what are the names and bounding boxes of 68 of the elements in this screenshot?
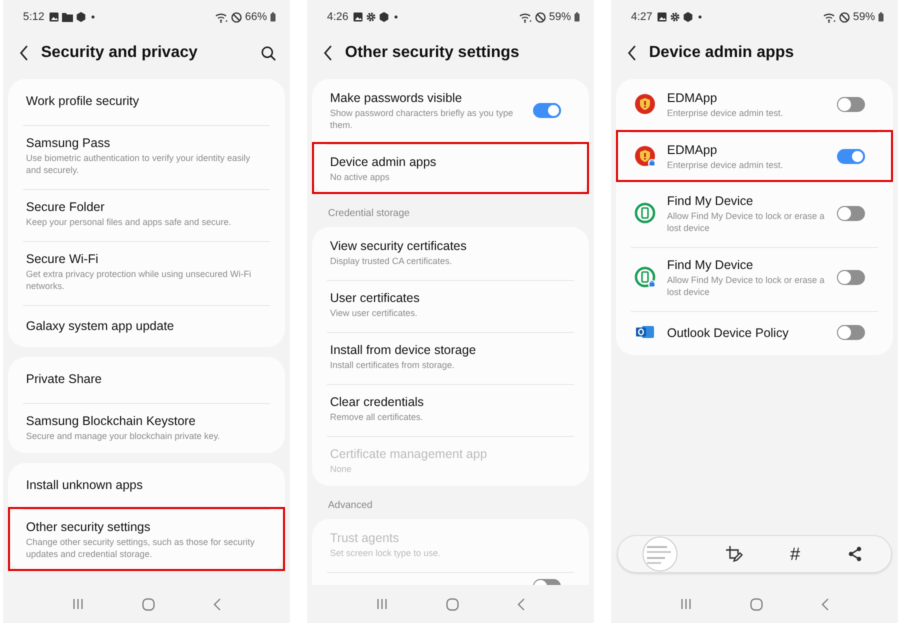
image-icon: [353, 12, 364, 22]
settings-item[interactable]: Private Share: [23, 359, 270, 399]
home-icon[interactable]: [446, 598, 459, 610]
back-icon[interactable]: [627, 45, 637, 61]
hexagon-icon: [379, 12, 390, 22]
recent-apps-icon[interactable]: [72, 598, 84, 610]
folder-icon: [62, 12, 74, 22]
settings-item[interactable]: Samsung Pass Use biometric authentication to verify your identity easily and securely.: [23, 125, 270, 185]
home-icon[interactable]: [750, 598, 763, 610]
back-icon[interactable]: [19, 45, 29, 61]
do-not-disturb-icon: [534, 12, 546, 22]
image-icon: [657, 12, 668, 22]
page-title: Other security settings: [345, 43, 520, 63]
settings-item[interactable]: Secure Wi-Fi Get extra privacy protection while using unsecured Wi-Fi networks.: [23, 241, 270, 301]
battery-level: 59%: [548, 10, 571, 25]
toggle-switch[interactable]: [533, 103, 561, 118]
settings-item[interactable]: Samsung Blockchain Keystore Secure and manage your blockchain private key.: [23, 403, 270, 451]
settings-item[interactable]: Galaxy system app update: [23, 305, 270, 345]
settings-item[interactable]: Work profile security: [23, 81, 270, 121]
settings-item[interactable]: Install from device storage Install certificates from storage.: [327, 332, 574, 380]
battery-level: 66%: [244, 10, 267, 25]
wifi-icon: [518, 12, 532, 22]
back-icon[interactable]: [323, 45, 333, 61]
toggle-switch[interactable]: [837, 206, 865, 221]
section-header: Credential storage: [327, 207, 411, 221]
settings-item[interactable]: Find My Device Allow Find My Device to lock or erase a lost device: [631, 247, 878, 307]
battery-level: 59%: [852, 10, 875, 25]
settings-item[interactable]: Other security settings Change other security settings, such as those for security updates and credential storage.: [23, 509, 270, 569]
hexagon-icon: [683, 12, 694, 22]
settings-item[interactable]: View security certificates Display trusted CA certificates.: [327, 229, 574, 276]
hexagon-icon: [76, 12, 86, 22]
settings-item[interactable]: Device admin apps No active apps: [327, 144, 574, 192]
status-time: 4:27: [631, 10, 652, 25]
settings-item[interactable]: EDMApp Enterprise device admin test.: [631, 132, 878, 180]
wifi-icon: [822, 12, 836, 22]
section-header: Advanced: [327, 499, 374, 513]
gear-icon: [366, 12, 376, 22]
battery-icon: [878, 12, 884, 22]
battery-icon: [574, 12, 580, 22]
hashtag-button[interactable]: #: [790, 545, 800, 563]
page-title: Device admin apps: [649, 43, 795, 63]
search-icon[interactable]: [261, 46, 276, 60]
settings-item[interactable]: User certificates View user certificates.: [327, 280, 574, 328]
settings-item[interactable]: Outlook Device Policy: [631, 311, 878, 353]
wifi-icon: [214, 12, 228, 22]
settings-item[interactable]: EDMApp Enterprise device admin test.: [631, 81, 878, 128]
settings-item[interactable]: Install unknown apps: [23, 465, 270, 505]
toggle-switch[interactable]: [837, 149, 865, 164]
crop-edit-icon[interactable]: [724, 545, 743, 563]
settings-item[interactable]: Secure Folder Keep your personal files and apps safe and secure.: [23, 189, 270, 237]
image-icon: [49, 12, 60, 22]
recent-apps-icon[interactable]: [376, 598, 388, 610]
do-not-disturb-icon: [838, 12, 850, 22]
do-not-disturb-icon: [230, 12, 242, 22]
toggle-switch[interactable]: [837, 97, 865, 112]
page-title: Security and privacy: [41, 43, 199, 63]
toggle-switch[interactable]: [837, 270, 865, 285]
home-icon[interactable]: [142, 598, 155, 610]
settings-item[interactable]: Clear credentials Remove all certificates.: [327, 384, 574, 432]
status-time: 5:12: [23, 10, 44, 25]
settings-item[interactable]: Find My Device Allow Find My Device to lock or erase a lost device: [631, 184, 878, 243]
battery-icon: [270, 12, 276, 22]
toggle-switch[interactable]: [837, 325, 865, 340]
gear-icon: [670, 12, 680, 22]
recent-apps-icon[interactable]: [680, 598, 692, 610]
settings-item[interactable]: Make passwords visible Show password characters briefly as you type them.: [327, 81, 574, 140]
status-time: 4:26: [327, 10, 348, 25]
share-icon[interactable]: [847, 546, 864, 562]
